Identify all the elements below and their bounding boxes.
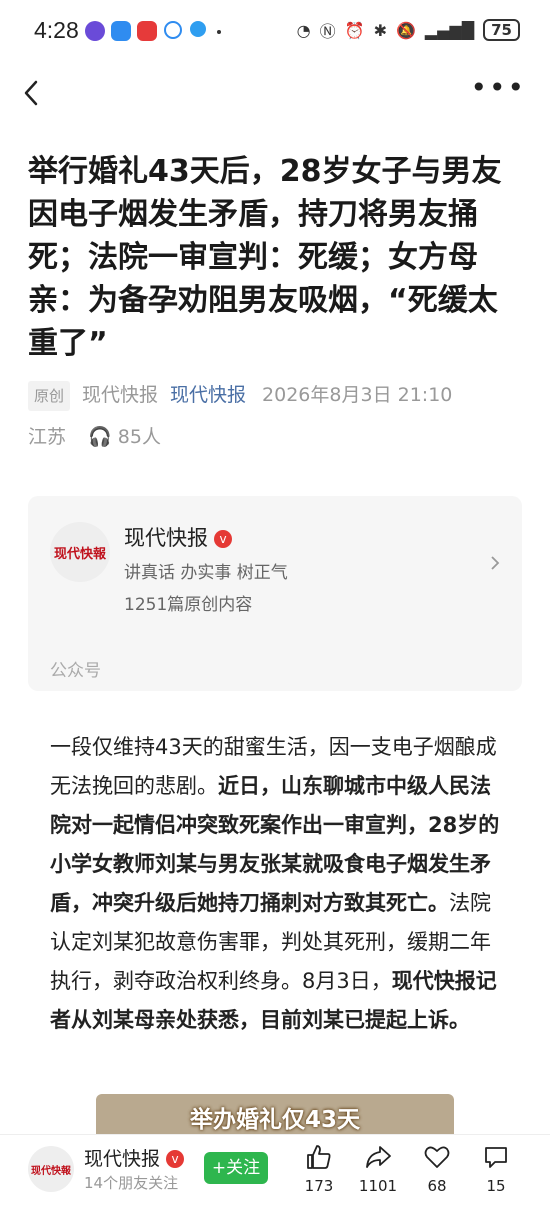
chat-notification-icon	[111, 21, 131, 41]
share-button[interactable]: 1101	[350, 1143, 406, 1195]
publish-datetime: 2026年8月3日 21:10	[262, 384, 453, 406]
alarm-icon: ⏰	[344, 20, 365, 40]
article-title: 举行婚礼43天后，28岁女子与男友因电子烟发生矛盾，持刀将男友捅死；法院一审宣判…	[28, 154, 502, 361]
bottom-action-bar: 现代快報 现代快报 v 14个朋友关注 +关注 173 1101 68 15	[0, 1134, 550, 1209]
browser-notification-icon	[190, 21, 206, 37]
heart-count: 68	[427, 1177, 447, 1195]
chevron-right-icon	[491, 556, 500, 570]
more-notifications-icon	[217, 30, 221, 34]
article-image[interactable]: 举办婚礼仅43天	[96, 1094, 454, 1134]
source-link[interactable]: 现代快报	[170, 384, 246, 406]
status-bar: 4:28 ◔ Ⓝ ⏰ ✱ 🔕 ▂▄▆█ 75	[0, 0, 550, 64]
follow-button[interactable]: +关注	[204, 1152, 268, 1184]
bottom-avatar[interactable]: 现代快報	[28, 1146, 74, 1192]
account-type-label: 公众号	[50, 661, 101, 681]
comment-icon	[485, 1147, 507, 1168]
article-meta: 原创 现代快报 现代快报 2026年8月3日 21:10	[28, 380, 528, 411]
app-notification-icon	[85, 21, 105, 41]
cloud-notification-icon	[164, 21, 182, 39]
share-icon	[366, 1146, 391, 1168]
like-count: 173	[304, 1177, 334, 1195]
account-slogan: 讲真话 办实事 树正气	[124, 563, 288, 583]
red-app-notification-icon	[137, 21, 157, 41]
more-options-icon[interactable]: •••	[470, 74, 526, 102]
headphones-icon: 🎧	[88, 426, 112, 448]
account-name: 现代快报 v	[124, 522, 232, 552]
source-name: 现代快报	[82, 384, 159, 406]
article-body: 一段仅维持43天的甜蜜生活，因一支电子烟酿成无法挽回的悲剧。近日，山东聊城市中级…	[50, 728, 510, 1040]
article-meta-2: 江苏 🎧 85人	[28, 422, 161, 449]
thumbs-up-icon	[307, 1145, 331, 1169]
account-article-count: 1251篇原创内容	[124, 595, 253, 615]
mute-icon: 🔕	[395, 20, 416, 40]
heart-icon	[424, 1146, 450, 1168]
bottom-account-name[interactable]: 现代快报 v	[84, 1144, 185, 1171]
battery-indicator: 75	[483, 19, 520, 41]
account-card[interactable]: 现代快報 现代快报 v 讲真话 办实事 树正气 1251篇原创内容 公众号	[28, 496, 522, 691]
bluetooth-icon: ✱	[373, 20, 387, 40]
speedometer-icon: ◔	[296, 20, 311, 40]
listener-count: 85人	[117, 426, 161, 448]
verified-icon: v	[214, 530, 232, 548]
back-arrow-icon[interactable]	[18, 78, 48, 108]
comment-button[interactable]: 15	[468, 1143, 524, 1195]
heart-button[interactable]: 68	[409, 1143, 465, 1195]
original-badge: 原创	[28, 381, 71, 411]
verified-icon: v	[166, 1150, 185, 1168]
comment-count: 15	[486, 1177, 506, 1195]
like-button[interactable]: 173	[291, 1143, 347, 1195]
region-label: 江苏	[28, 426, 67, 448]
share-count: 1101	[358, 1177, 398, 1195]
image-caption: 举办婚礼仅43天	[189, 1107, 360, 1133]
status-time: 4:28	[34, 17, 79, 43]
nfc-icon: Ⓝ	[319, 22, 336, 41]
friends-following: 14个朋友关注	[84, 1174, 179, 1192]
account-avatar: 现代快報	[50, 522, 110, 582]
signal-icon: ▂▄▆█	[424, 20, 475, 40]
